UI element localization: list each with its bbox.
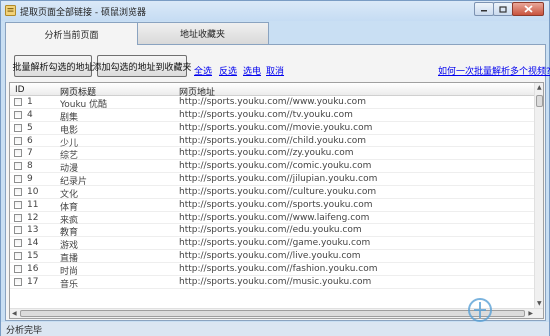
row-id: 13 — [27, 225, 39, 236]
help-link[interactable]: 如何一次批量解析多个视频? — [438, 64, 550, 77]
select-video-link[interactable]: 选电 — [243, 64, 261, 77]
close-icon — [523, 5, 533, 13]
row-title: 音乐 — [60, 279, 79, 290]
status-text: 分析完毕 — [6, 326, 43, 336]
table-row[interactable]: 8 动漫 http://sports.youku.com//comic.youku.… — [10, 160, 535, 174]
row-checkbox[interactable] — [14, 136, 22, 145]
title-bar[interactable]: 提取页面全部链接 - 硕鼠浏览器 — [1, 1, 549, 21]
row-id: 11 — [27, 199, 39, 210]
row-id: 9 — [27, 174, 33, 185]
table-row[interactable]: 12 来疯 http://sports.youku.com//www.laifeng… — [10, 212, 535, 226]
app-window: 提取页面全部链接 - 硕鼠浏览器 分析当前页面 地址收藏夹 批量解析勾选的地址 … — [0, 0, 550, 336]
minimize-button[interactable] — [474, 2, 494, 16]
row-id: 8 — [27, 161, 33, 172]
minimize-icon — [481, 10, 487, 12]
row-id: 17 — [27, 276, 39, 287]
maximize-button[interactable] — [493, 2, 513, 16]
table-row[interactable]: 14 游戏 http://sports.youku.com//game.youku.… — [10, 237, 535, 251]
table-header: ID 网页标题 网页地址 — [10, 83, 535, 98]
window-title: 提取页面全部链接 - 硕鼠浏览器 — [20, 8, 146, 18]
tab-analyze-page[interactable]: 分析当前页面 — [5, 22, 138, 45]
row-checkbox[interactable] — [14, 277, 22, 286]
row-id: 14 — [27, 238, 39, 249]
table-row[interactable]: 16 时尚 http://sports.youku.com//fashion.you… — [10, 263, 535, 277]
horizontal-scrollbar[interactable]: ◀ ▶ — [10, 308, 543, 318]
table-row[interactable]: 7 综艺 http://sports.youku.com//zy.youku.com — [10, 147, 535, 161]
row-url: http://sports.youku.com//movie.youku.com — [179, 122, 373, 133]
select-all-link[interactable]: 全选 — [194, 64, 212, 77]
table-row[interactable]: 5 电影 http://sports.youku.com//movie.youku.… — [10, 122, 535, 136]
app-icon — [5, 5, 16, 16]
table-row[interactable]: 15 直播 http://sports.youku.com//live.youku.… — [10, 250, 535, 264]
row-url: http://sports.youku.com//music.youku.com — [179, 276, 372, 287]
tab-strip: 分析当前页面 地址收藏夹 — [5, 22, 545, 45]
row-id: 4 — [27, 109, 33, 120]
maximize-icon — [499, 5, 507, 13]
row-checkbox[interactable] — [14, 226, 22, 235]
scroll-left-icon[interactable]: ◀ — [12, 310, 17, 318]
table-row[interactable]: 6 少儿 http://sports.youku.com//child.youku.… — [10, 135, 535, 149]
table-row[interactable]: 10 文化 http://sports.youku.com//culture.you… — [10, 186, 535, 200]
row-url: http://sports.youku.com//www.youku.com — [179, 97, 366, 107]
analyze-panel: 批量解析勾选的地址 添加勾选的地址到收藏夹 全选 反选 选电 取消 如何一次批量… — [5, 44, 550, 321]
tab-label: 分析当前页面 — [44, 30, 99, 41]
row-url: http://sports.youku.com//culture.youku.c… — [179, 186, 377, 197]
row-url: http://sports.youku.com//game.youku.com — [179, 238, 371, 249]
links-table: ID 网页标题 网页地址 1 Youku 优酷 http://sports.youk… — [9, 82, 544, 319]
close-button[interactable] — [512, 2, 544, 16]
row-id: 6 — [27, 135, 33, 146]
table-row[interactable]: 13 教育 http://sports.youku.com//edu.youku.c… — [10, 224, 535, 238]
add-to-favorites-button[interactable]: 添加勾选的地址到收藏夹 — [93, 55, 192, 77]
row-checkbox[interactable] — [14, 252, 22, 261]
table-row[interactable]: 4 剧集 http://sports.youku.com//tv.youku.com — [10, 109, 535, 123]
row-url: http://sports.youku.com//fashion.youku.c… — [179, 263, 378, 274]
row-url: http://sports.youku.com//tv.youku.com — [179, 109, 353, 120]
row-checkbox[interactable] — [14, 162, 22, 171]
table-row[interactable]: 11 体育 http://sports.youku.com//sports.youk… — [10, 199, 535, 213]
row-id: 10 — [27, 186, 39, 197]
invert-selection-link[interactable]: 反选 — [219, 64, 237, 77]
cancel-selection-link[interactable]: 取消 — [266, 64, 284, 77]
row-url: http://sports.youku.com//jilupian.youku.… — [179, 174, 378, 185]
row-id: 16 — [27, 263, 39, 274]
row-checkbox[interactable] — [14, 123, 22, 132]
row-checkbox[interactable] — [14, 110, 22, 119]
row-checkbox[interactable] — [14, 149, 22, 158]
row-url: http://sports.youku.com//edu.youku.com — [179, 225, 362, 236]
table-row[interactable]: 9 纪录片 http://sports.youku.com//jilupian.yo… — [10, 173, 535, 187]
column-header-id[interactable]: ID — [15, 85, 25, 95]
row-checkbox[interactable] — [14, 213, 22, 222]
row-url: http://sports.youku.com//www.laifeng.com — [179, 212, 370, 223]
table-row[interactable]: 1 Youku 优酷 http://sports.youku.com//www.yo… — [10, 96, 535, 110]
scroll-up-icon[interactable]: ▲ — [537, 84, 542, 92]
watermark-logo — [468, 298, 492, 322]
table-body: 1 Youku 优酷 http://sports.youku.com//www.yo… — [10, 96, 535, 290]
row-id: 1 — [27, 97, 33, 107]
row-url: http://sports.youku.com//live.youku.com — [179, 251, 361, 262]
row-checkbox[interactable] — [14, 239, 22, 248]
row-url: http://sports.youku.com//child.youku.com — [179, 135, 367, 146]
row-checkbox[interactable] — [14, 98, 22, 106]
row-id: 7 — [27, 148, 33, 159]
row-url: http://sports.youku.com//sports.youku.co… — [179, 199, 373, 210]
horizontal-scroll-thumb[interactable] — [20, 310, 525, 317]
row-url: http://sports.youku.com//zy.youku.com — [179, 148, 354, 159]
batch-parse-button[interactable]: 批量解析勾选的地址 — [13, 55, 94, 77]
row-id: 5 — [27, 122, 33, 133]
row-checkbox[interactable] — [14, 187, 22, 196]
row-id: 12 — [27, 212, 39, 223]
table-row[interactable]: 17 音乐 http://sports.youku.com//music.youku… — [10, 276, 535, 290]
row-id: 15 — [27, 251, 39, 262]
vertical-scrollbar[interactable]: ▲ ▼ — [534, 83, 543, 309]
tab-label: 地址收藏夹 — [179, 30, 225, 40]
row-checkbox[interactable] — [14, 175, 22, 184]
row-checkbox[interactable] — [14, 200, 22, 209]
row-checkbox[interactable] — [14, 264, 22, 273]
vertical-scroll-thumb[interactable] — [536, 95, 543, 107]
row-url: http://sports.youku.com//comic.youku.com — [179, 161, 372, 172]
tab-favorites[interactable]: 地址收藏夹 — [136, 22, 269, 44]
